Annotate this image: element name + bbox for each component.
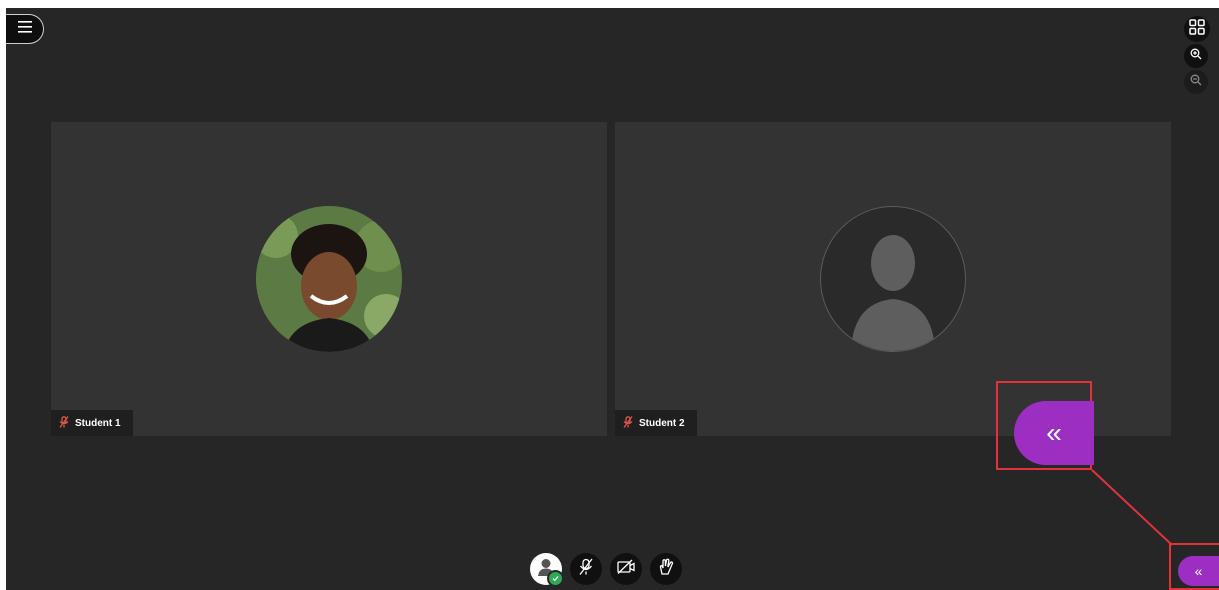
raise-hand-icon <box>658 558 674 581</box>
toggle-camera-button[interactable] <box>610 553 642 585</box>
participant-tile[interactable]: Student 1 <box>51 122 607 436</box>
collaborate-panel-toggle-magnified: « <box>1014 401 1094 465</box>
mic-muted-icon <box>59 415 69 431</box>
toggle-microphone-button[interactable] <box>570 553 602 585</box>
grid-view-button[interactable] <box>1184 16 1210 42</box>
collaborate-session: Student 1 Student 2 « <box>6 8 1219 590</box>
zoom-out-button[interactable] <box>1184 70 1208 94</box>
mic-muted-icon <box>578 558 594 581</box>
participant-name-tag: Student 2 <box>615 410 697 436</box>
hamburger-menu-icon <box>17 20 32 38</box>
zoom-in-button[interactable] <box>1184 44 1208 68</box>
session-controls <box>530 552 682 587</box>
double-chevron-left-icon: « <box>1046 417 1062 448</box>
grid-view-icon <box>1189 18 1205 40</box>
callout-highlight-box-small <box>1169 543 1219 590</box>
participant-name-tag: Student 1 <box>51 410 133 436</box>
raise-hand-button[interactable] <box>650 553 682 585</box>
my-status-button[interactable] <box>530 553 564 587</box>
participant-name: Student 2 <box>639 417 685 429</box>
open-menu-button[interactable] <box>6 14 44 44</box>
mic-muted-icon <box>623 415 633 431</box>
zoom-in-icon <box>1190 47 1202 65</box>
participant-name: Student 1 <box>75 417 121 429</box>
participant-avatar-default <box>820 206 966 352</box>
zoom-out-icon <box>1190 73 1202 91</box>
participant-avatar-photo <box>256 206 402 352</box>
status-available-icon <box>547 570 564 587</box>
camera-off-icon <box>617 559 635 580</box>
view-tools <box>1184 16 1210 96</box>
